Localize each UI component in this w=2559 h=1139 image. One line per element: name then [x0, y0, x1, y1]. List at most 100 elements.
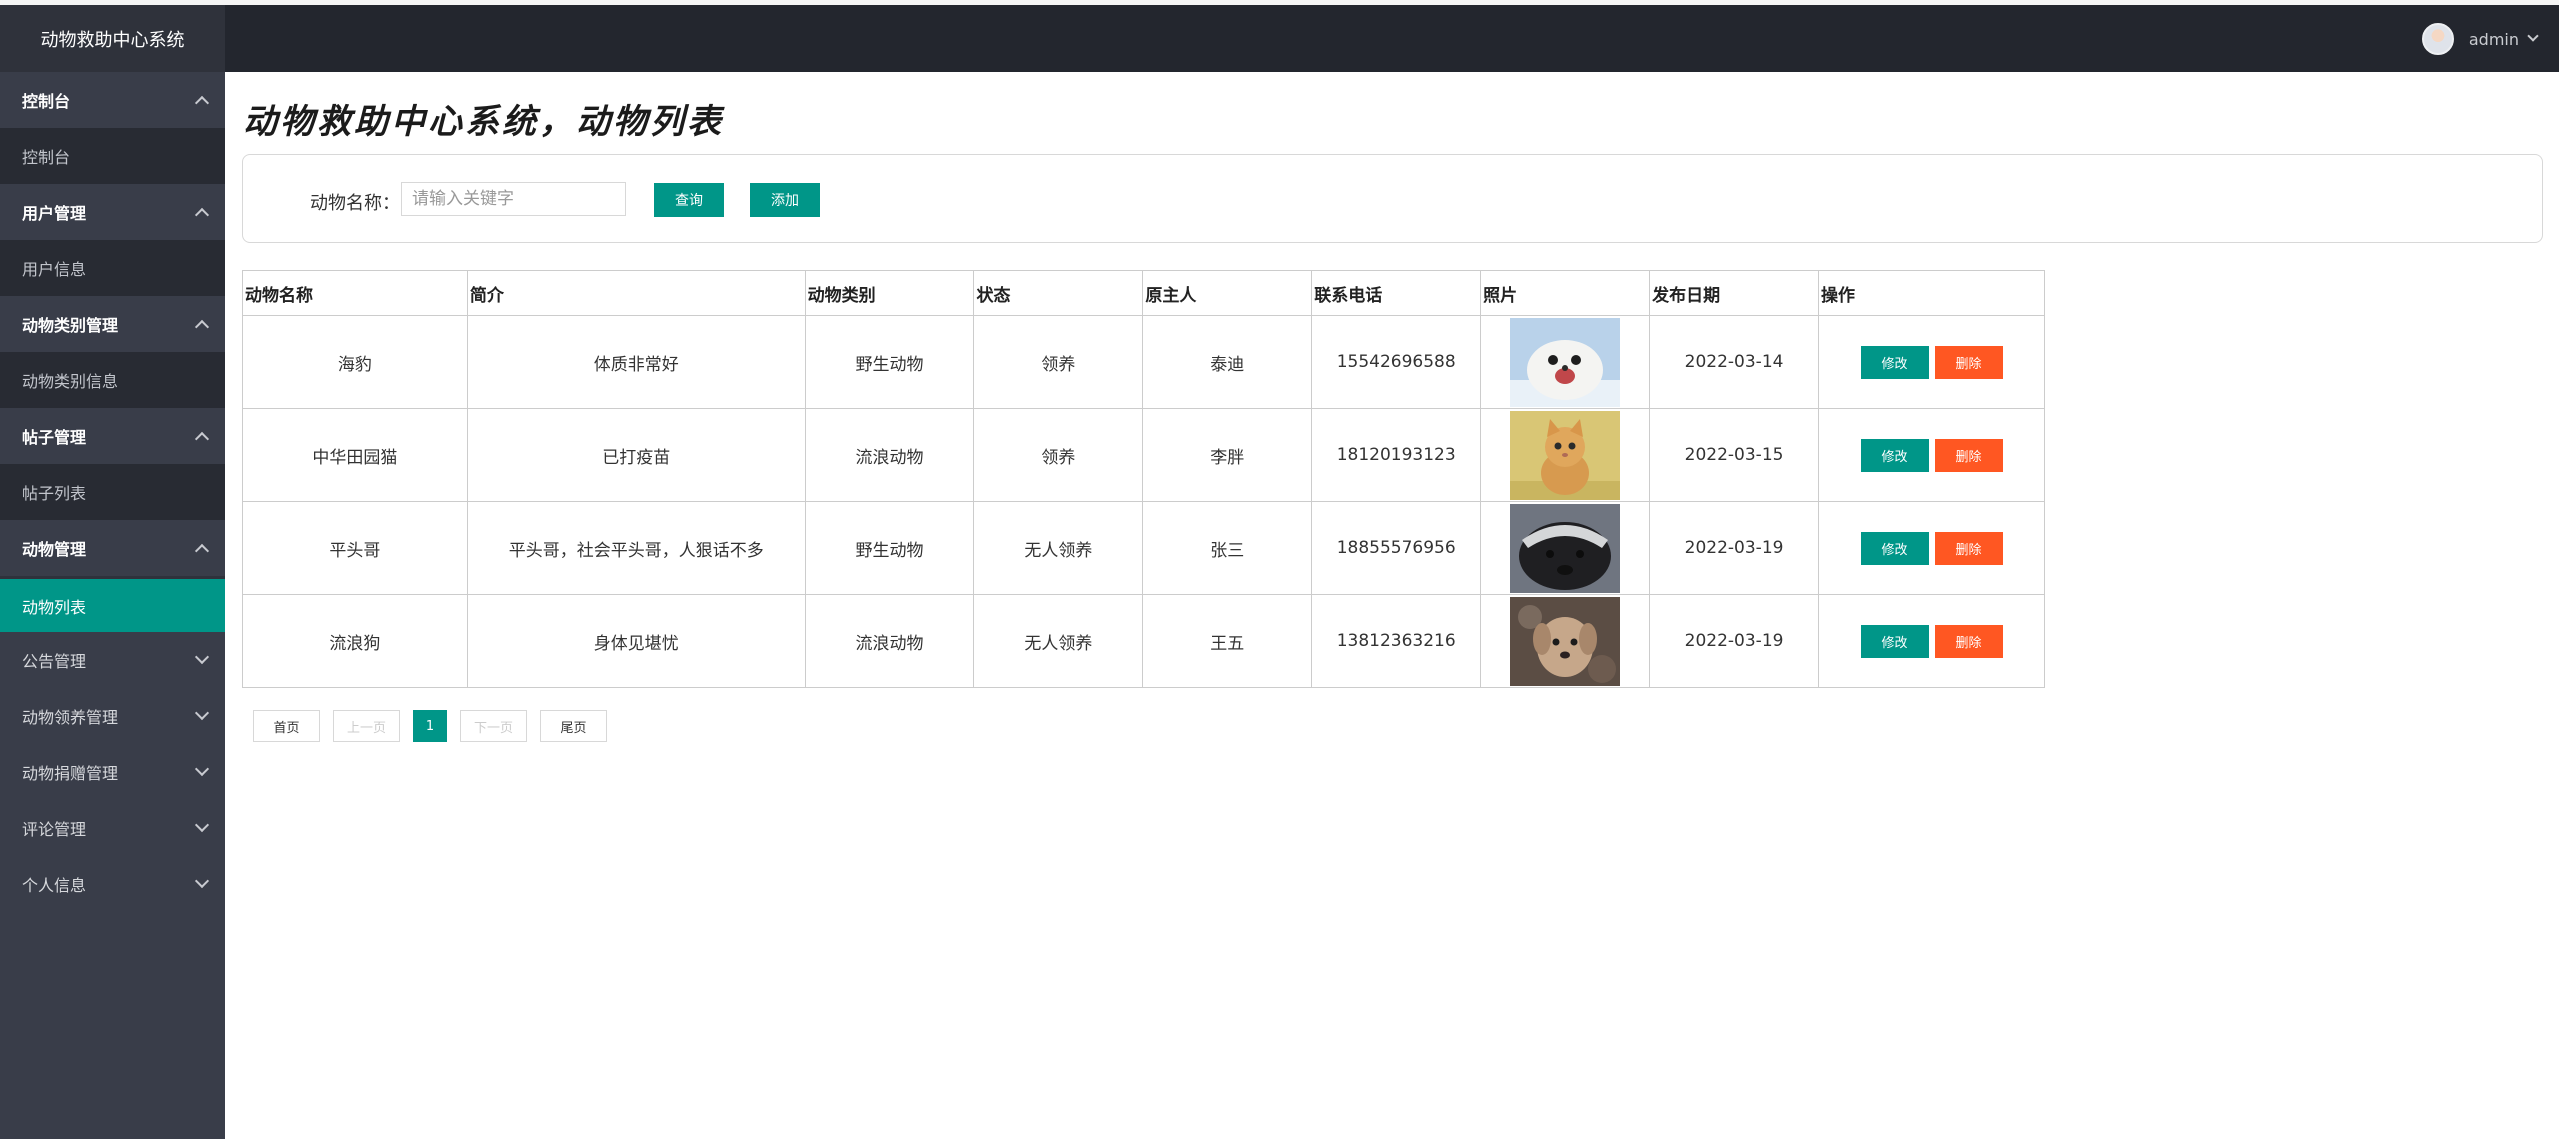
page-title: 动物救助中心系统，动物列表	[243, 102, 724, 142]
edit-button[interactable]: 修改	[1860, 345, 1929, 379]
delete-button[interactable]: 删除	[1934, 531, 2003, 565]
query-button[interactable]: 查询	[654, 183, 724, 217]
menu-group-title-adoptions[interactable]: 动物领养管理	[0, 688, 225, 744]
chevron-down-icon	[194, 873, 210, 889]
menu-group-label: 用户管理	[22, 204, 87, 223]
add-button[interactable]: 添加	[750, 183, 820, 217]
page-number-current[interactable]: 1	[413, 710, 447, 742]
cell-date: 2022-03-15	[1649, 408, 1819, 502]
cell-phone: 13812363216	[1311, 594, 1482, 688]
cell-intro: 身体见堪忧	[466, 594, 806, 688]
menu-group-animal-categories: 动物类别管理 动物类别信息	[0, 296, 225, 408]
cell-category: 野生动物	[804, 501, 975, 595]
column-header: 原主人	[1142, 270, 1313, 316]
cell-category: 流浪动物	[804, 408, 975, 502]
last-page-button[interactable]: 尾页	[540, 710, 607, 742]
cell-intro: 体质非常好	[466, 315, 806, 409]
table-row: 流浪狗 身体见堪忧 流浪动物 无人领养 王五 13812363216 2022-…	[242, 594, 2045, 688]
next-page-button[interactable]: 下一页	[460, 710, 527, 742]
menu-group-users: 用户管理 用户信息	[0, 184, 225, 296]
chevron-down-icon	[194, 761, 210, 777]
column-header: 发布日期	[1649, 270, 1819, 316]
cell-actions: 修改 删除	[1818, 594, 2045, 688]
kitten-photo	[1510, 410, 1621, 500]
menu-group-title-comments[interactable]: 评论管理	[0, 800, 225, 856]
cell-phone: 15542696588	[1311, 315, 1482, 409]
edit-button[interactable]: 修改	[1860, 624, 1929, 658]
chevron-up-icon	[194, 207, 210, 223]
cell-owner: 泰迪	[1142, 315, 1313, 409]
menu-group-label: 动物领养管理	[22, 708, 119, 727]
first-page-button[interactable]: 首页	[253, 710, 320, 742]
edit-button[interactable]: 修改	[1860, 531, 1929, 565]
table-row: 海豹 体质非常好 野生动物 领养 泰迪 15542696588 2022-03-…	[242, 315, 2045, 409]
menu-group-title-animals[interactable]: 动物管理	[0, 520, 225, 576]
menu-group-label: 动物捐赠管理	[22, 764, 119, 783]
menu-group-title-users[interactable]: 用户管理	[0, 184, 225, 240]
column-header: 状态	[973, 270, 1144, 316]
pagination: 首页 上一页 1 下一页 尾页	[253, 710, 607, 742]
seal-photo	[1510, 317, 1621, 407]
puppy-photo	[1510, 596, 1621, 686]
column-header: 照片	[1480, 270, 1651, 316]
cell-category: 野生动物	[804, 315, 975, 409]
cell-actions: 修改 删除	[1818, 408, 2045, 502]
cell-phone: 18855576956	[1311, 501, 1482, 595]
menu-group-label: 公告管理	[22, 652, 87, 671]
cell-name: 海豹	[242, 315, 468, 409]
delete-button[interactable]: 删除	[1934, 345, 2003, 379]
menu-group-label: 动物管理	[22, 540, 87, 559]
chevron-up-icon	[194, 95, 210, 111]
sidebar-item-animal-list[interactable]: 动物列表	[0, 576, 225, 632]
top-header: admin	[225, 5, 2559, 72]
honey-badger-photo	[1510, 503, 1621, 593]
cell-owner: 张三	[1142, 501, 1313, 595]
avatar	[2421, 23, 2454, 55]
sidebar-item-post-list[interactable]: 帖子列表	[0, 464, 225, 520]
sidebar-item-user-info[interactable]: 用户信息	[0, 240, 225, 296]
column-header: 简介	[466, 270, 806, 316]
menu-group-title-profile[interactable]: 个人信息	[0, 856, 225, 912]
cell-owner: 李胖	[1142, 408, 1313, 502]
cell-status: 无人领养	[973, 594, 1144, 688]
cell-photo	[1480, 315, 1651, 409]
menu-group-title-announcements[interactable]: 公告管理	[0, 632, 225, 688]
column-header: 联系电话	[1311, 270, 1482, 316]
menu-group-posts: 帖子管理 帖子列表	[0, 408, 225, 520]
chevron-down-icon	[194, 705, 210, 721]
cell-intro: 平头哥，社会平头哥，人狠话不多	[466, 501, 806, 595]
prev-page-button[interactable]: 上一页	[333, 710, 400, 742]
menu-group-label: 动物类别管理	[22, 316, 119, 335]
cell-photo	[1480, 501, 1651, 595]
app-logo-title: 动物救助中心系统	[0, 5, 225, 72]
cell-date: 2022-03-14	[1649, 315, 1819, 409]
menu-group-title-donations[interactable]: 动物捐赠管理	[0, 744, 225, 800]
delete-button[interactable]: 删除	[1934, 624, 2003, 658]
menu-group-label: 控制台	[22, 92, 71, 111]
cell-name: 平头哥	[242, 501, 468, 595]
menu-group-label: 评论管理	[22, 820, 87, 839]
delete-button[interactable]: 删除	[1934, 438, 2003, 472]
menu-group-title-console[interactable]: 控制台	[0, 72, 225, 128]
table-row: 平头哥 平头哥，社会平头哥，人狠话不多 野生动物 无人领养 张三 1885557…	[242, 501, 2045, 595]
chevron-down-icon	[194, 817, 210, 833]
chevron-down-icon	[194, 649, 210, 665]
search-panel: 动物名称： 查询 添加	[242, 154, 2543, 243]
cell-phone: 18120193123	[1311, 408, 1482, 502]
search-label: 动物名称：	[310, 193, 400, 214]
menu-group-title-posts[interactable]: 帖子管理	[0, 408, 225, 464]
sidebar-item-console[interactable]: 控制台	[0, 128, 225, 184]
table-header-row: 动物名称 简介 动物类别 状态 原主人 联系电话 照片 发布日期 操作	[242, 270, 2045, 316]
animal-table: 动物名称 简介 动物类别 状态 原主人 联系电话 照片 发布日期 操作 海豹 体…	[242, 270, 2045, 688]
user-menu[interactable]: admin	[2421, 23, 2539, 55]
menu-group-animals: 动物管理 动物列表	[0, 520, 225, 632]
cell-date: 2022-03-19	[1649, 594, 1819, 688]
sidebar-item-animal-category-info[interactable]: 动物类别信息	[0, 352, 225, 408]
edit-button[interactable]: 修改	[1860, 438, 1929, 472]
cell-date: 2022-03-19	[1649, 501, 1819, 595]
menu-group-title-animal-categories[interactable]: 动物类别管理	[0, 296, 225, 352]
cell-name: 流浪狗	[242, 594, 468, 688]
chevron-up-icon	[194, 543, 210, 559]
search-input[interactable]	[401, 182, 626, 216]
cell-status: 无人领养	[973, 501, 1144, 595]
